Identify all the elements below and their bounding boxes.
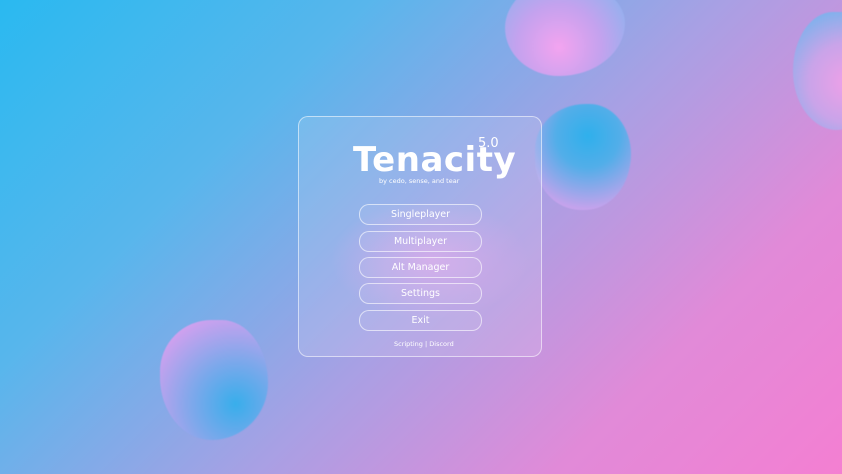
multiplayer-button[interactable]: Multiplayer — [359, 231, 482, 252]
discord-link[interactable]: Discord — [429, 340, 453, 348]
app-subtitle: by cedo, sense, and tear — [379, 177, 460, 185]
background-blob — [535, 104, 631, 210]
settings-button[interactable]: Settings — [359, 283, 482, 304]
footer-separator: | — [424, 340, 428, 348]
background-blob — [793, 12, 842, 130]
footer-links: Scripting | Discord — [394, 340, 454, 349]
background-blob — [160, 320, 268, 440]
background-blob — [505, 0, 625, 76]
alt-manager-button[interactable]: Alt Manager — [359, 257, 482, 278]
exit-button[interactable]: Exit — [359, 310, 482, 331]
scripting-link[interactable]: Scripting — [394, 340, 423, 348]
singleplayer-button[interactable]: Singleplayer — [359, 204, 482, 225]
app-version: 5.0 — [478, 136, 499, 151]
